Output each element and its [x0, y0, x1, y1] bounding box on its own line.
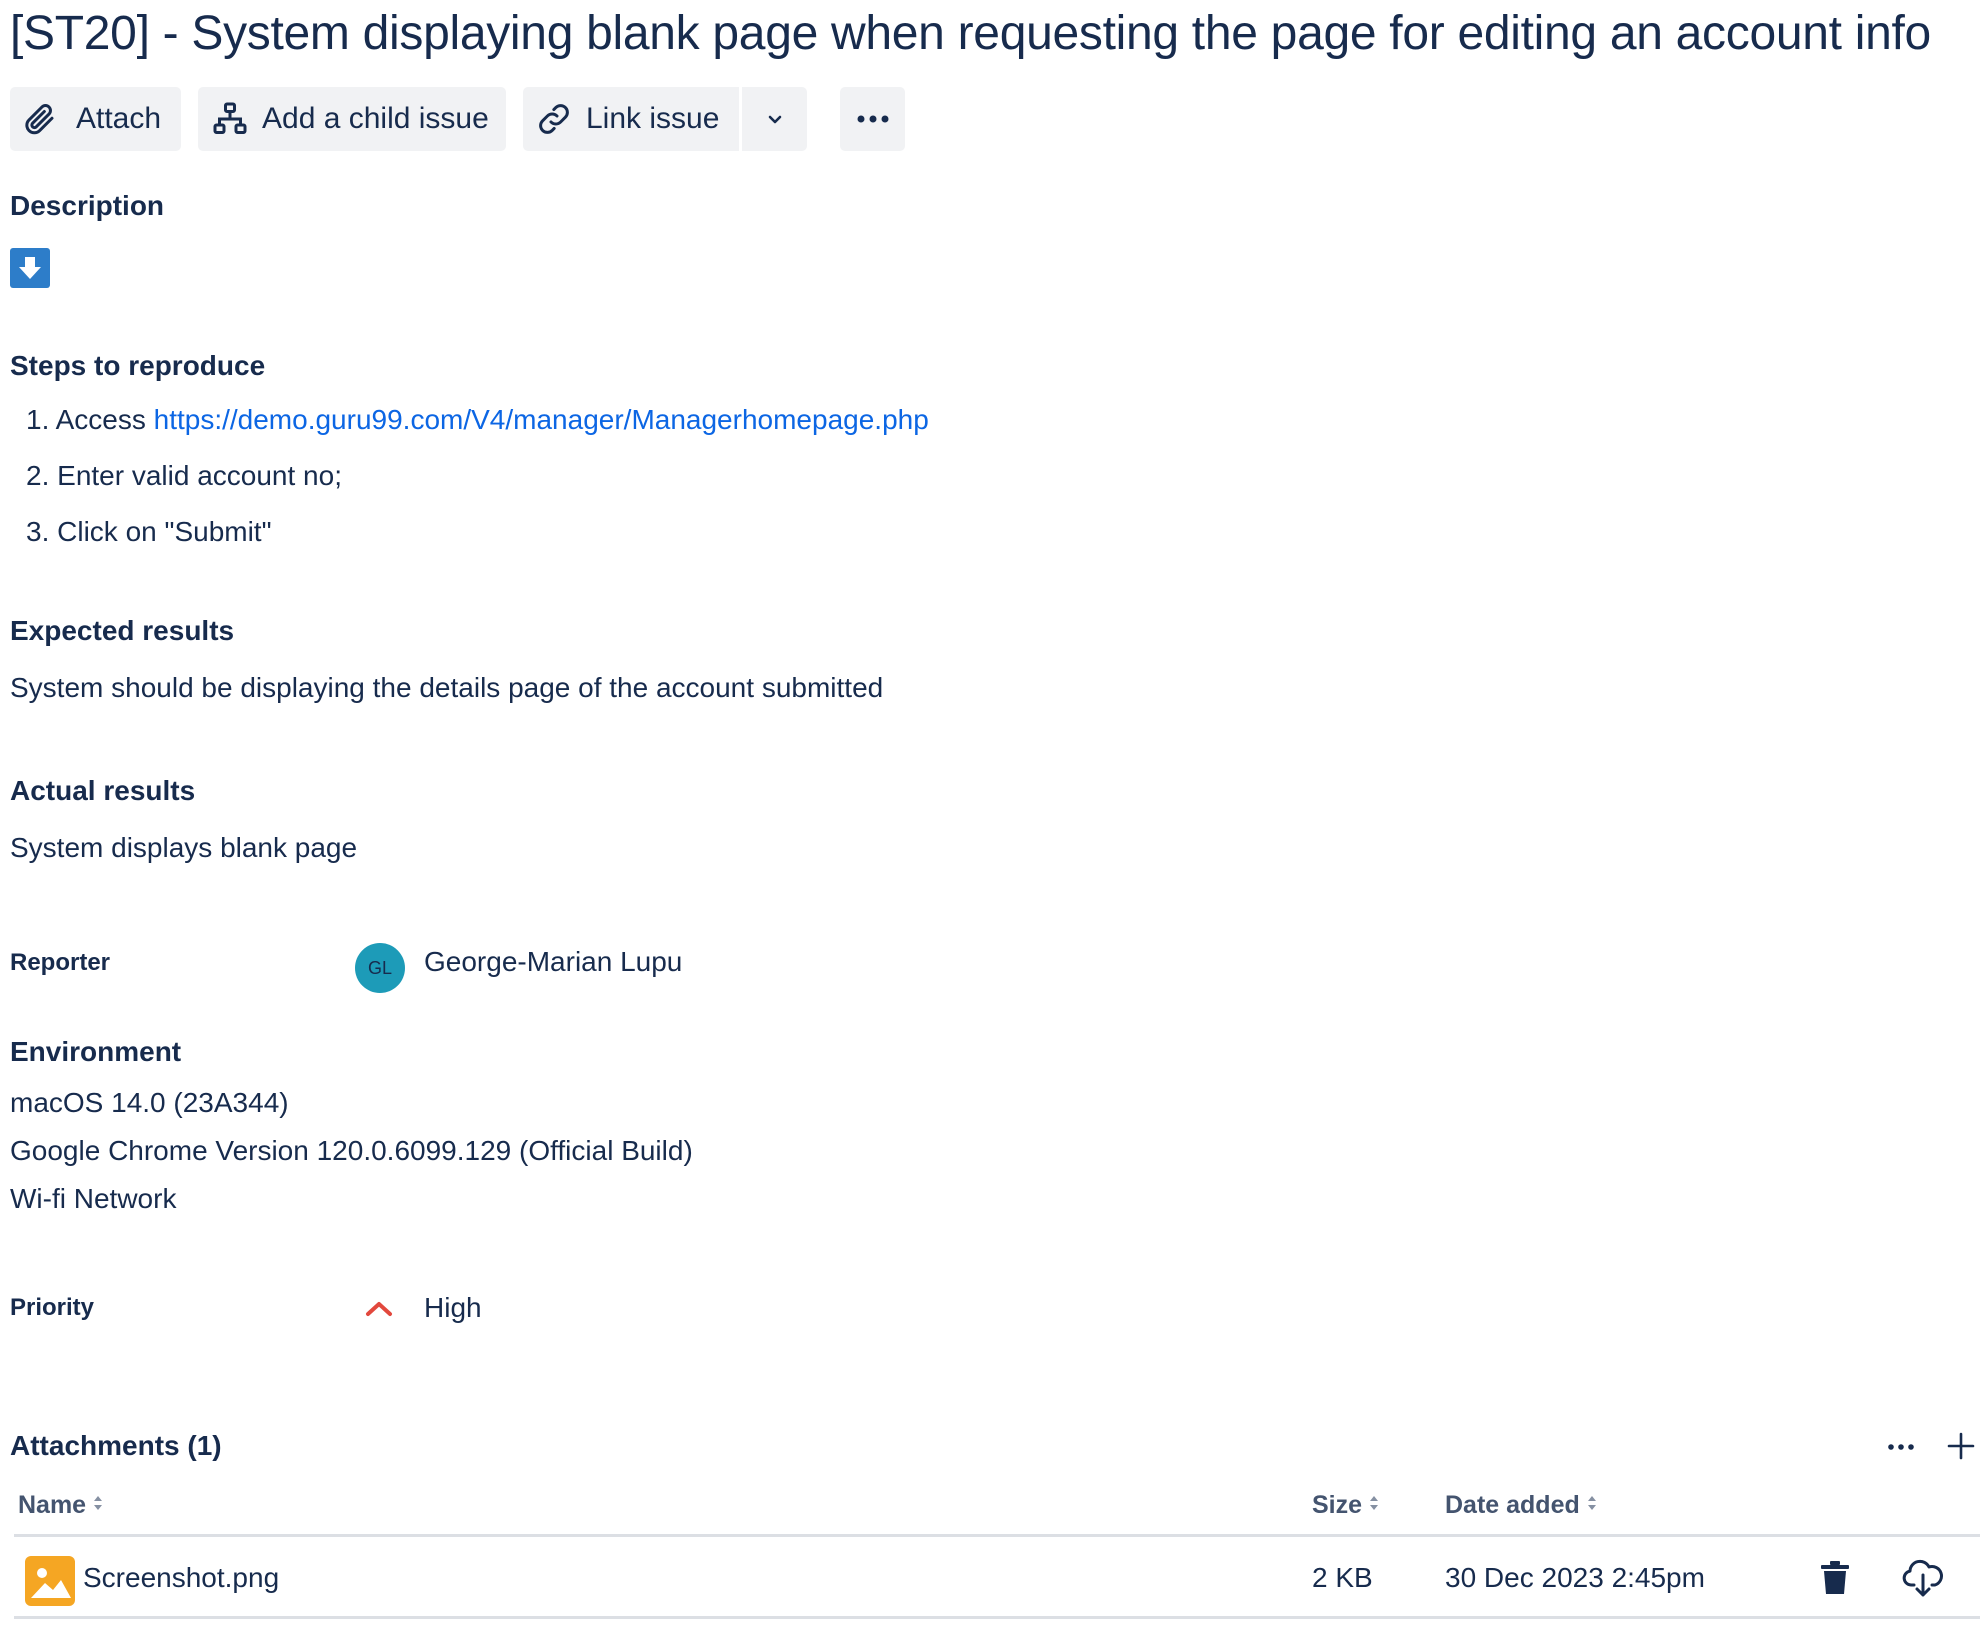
step-text: Enter valid account no;: [57, 460, 342, 491]
attachments-heading: Attachments (1): [10, 1430, 222, 1461]
sort-icon: [1368, 1491, 1380, 1520]
column-header-name[interactable]: Name: [18, 1491, 104, 1520]
table-row[interactable]: Screenshot.png 2 KB 30 Dec 2023 2:45pm: [14, 1540, 1980, 1616]
attachment-name[interactable]: Screenshot.png: [83, 1562, 279, 1594]
more-actions-button[interactable]: [840, 87, 905, 151]
issue-view: [ST20] - System displaying blank page wh…: [0, 0, 1984, 1630]
hierarchy-icon: [212, 101, 248, 137]
reporter-label: Reporter: [10, 949, 111, 976]
add-attachment-button[interactable]: [1944, 1429, 1978, 1468]
attach-label: Attach: [76, 102, 162, 135]
avatar[interactable]: GL: [355, 943, 405, 993]
link-issue-label: Link issue: [586, 102, 720, 135]
attachment-date: 30 Dec 2023 2:45pm: [1445, 1562, 1705, 1593]
expected-results-heading: Expected results: [10, 615, 235, 646]
environment-line: Wi-fi Network: [10, 1183, 177, 1214]
expected-results-text: System should be displaying the details …: [10, 672, 884, 703]
plus-icon: [1944, 1432, 1978, 1467]
add-child-issue-label: Add a child issue: [262, 102, 489, 135]
issue-title[interactable]: [ST20] - System displaying blank page wh…: [10, 6, 1931, 61]
actual-results-text: System displays blank page: [10, 832, 358, 863]
download-attachment-button[interactable]: [1902, 1558, 1944, 1603]
environment-heading: Environment: [10, 1036, 182, 1067]
environment-line: macOS 14.0 (23A344): [10, 1087, 289, 1118]
steps-heading: Steps to reproduce: [10, 350, 266, 381]
more-icon: [853, 113, 893, 125]
sort-icon: [1586, 1491, 1598, 1520]
attachment-size: 2 KB: [1312, 1562, 1373, 1593]
more-icon: [1884, 1444, 1918, 1466]
column-header-label: Size: [1312, 1491, 1363, 1519]
avatar-initials: GL: [367, 957, 392, 978]
priority-label: Priority: [10, 1294, 95, 1321]
step-text: Access: [55, 404, 154, 435]
link-issue-dropdown-button[interactable]: [742, 87, 807, 151]
step-item: 2. Enter valid account no;: [26, 460, 342, 492]
priority-high-icon: [364, 1296, 394, 1325]
description-heading: Description: [10, 190, 165, 221]
reporter-name[interactable]: George-Marian Lupu: [424, 946, 682, 978]
column-header-label: Date added: [1445, 1491, 1580, 1519]
column-header-date[interactable]: Date added: [1445, 1491, 1598, 1520]
table-header-divider: [14, 1534, 1980, 1537]
cloud-download-icon: [1902, 1559, 1944, 1602]
column-header-label: Name: [18, 1491, 87, 1519]
step-number: 2.: [26, 460, 50, 491]
download-arrow-icon: [10, 248, 50, 288]
link-issue-button[interactable]: Link issue: [523, 87, 739, 151]
paperclip-icon: [22, 101, 58, 137]
image-file-icon: [25, 1556, 75, 1606]
step-link[interactable]: https://demo.guru99.com/V4/manager/Manag…: [154, 404, 929, 435]
actual-results-heading: Actual results: [10, 775, 196, 806]
table-row-divider: [14, 1616, 1980, 1619]
column-header-size[interactable]: Size: [1312, 1491, 1380, 1520]
link-icon: [536, 101, 572, 137]
step-number: 3.: [26, 516, 50, 547]
step-item: 1. Access https://demo.guru99.com/V4/man…: [26, 404, 929, 436]
attach-button[interactable]: Attach: [10, 87, 181, 151]
priority-value[interactable]: High: [424, 1292, 482, 1324]
trash-icon: [1818, 1561, 1852, 1600]
delete-attachment-button[interactable]: [1818, 1560, 1852, 1601]
step-text: Click on "Submit": [57, 516, 272, 547]
sort-icon: [92, 1491, 104, 1520]
attachments-more-button[interactable]: [1884, 1432, 1918, 1467]
chevron-down-icon: [763, 107, 787, 131]
step-number: 1.: [26, 404, 50, 435]
environment-line: Google Chrome Version 120.0.6099.129 (Of…: [10, 1135, 693, 1166]
add-child-issue-button[interactable]: Add a child issue: [198, 87, 506, 151]
step-item: 3. Click on "Submit": [26, 516, 272, 548]
